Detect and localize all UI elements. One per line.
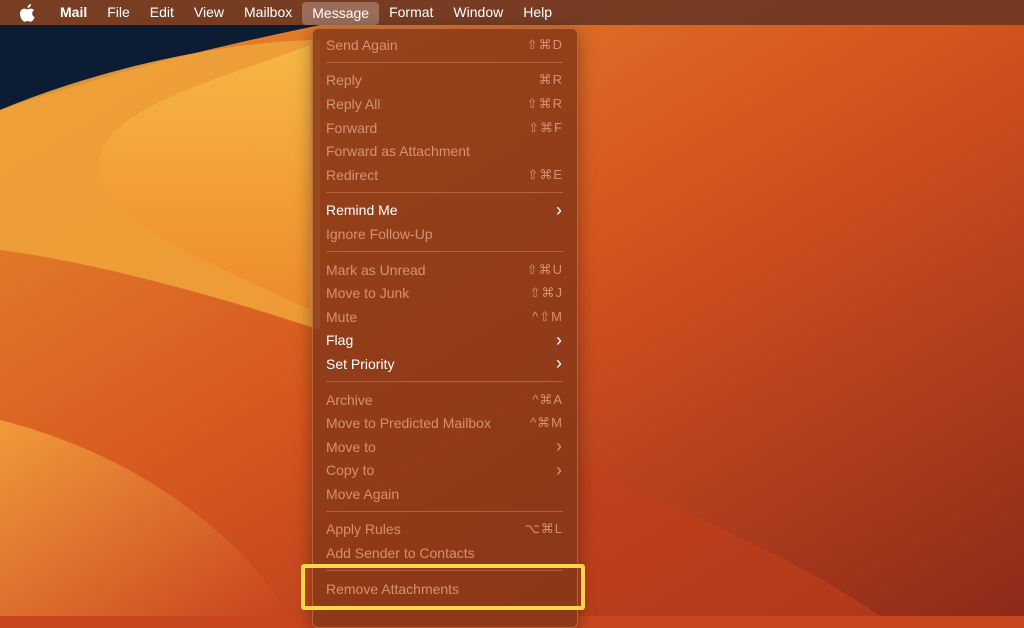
menu-item-move-to-junk[interactable]: Move to Junk ⇧⌘J xyxy=(313,281,577,305)
menu-item-move-to-predicted-mailbox[interactable]: Move to Predicted Mailbox ^⌘M xyxy=(313,411,577,435)
menu-item-label: Ignore Follow-Up xyxy=(326,225,433,242)
menu-separator xyxy=(326,192,563,194)
menu-item-label: Add Sender to Contacts xyxy=(326,545,475,562)
menu-format[interactable]: Format xyxy=(379,0,443,25)
menu-item-label: Reply xyxy=(326,72,362,89)
menu-item-shortcut: ^⇧M xyxy=(532,308,563,324)
menu-item-shortcut: ^⌘A xyxy=(532,391,563,407)
menu-separator xyxy=(326,251,563,253)
menu-mail[interactable]: Mail xyxy=(50,0,97,25)
menu-item-shortcut: ⇧⌘E xyxy=(527,166,563,182)
menu-item-set-priority[interactable]: Set Priority › xyxy=(313,352,577,376)
menu-item-label: Send Again xyxy=(326,36,398,53)
menu-item-label: Reply All xyxy=(326,95,381,112)
menu-item-label: Move to Junk xyxy=(326,285,410,302)
apple-menu[interactable] xyxy=(0,3,50,22)
menu-mailbox[interactable]: Mailbox xyxy=(234,0,302,25)
apple-icon xyxy=(20,3,35,22)
menu-file[interactable]: File xyxy=(97,0,140,25)
menu-item-label: Remind Me xyxy=(326,202,398,219)
menu-help[interactable]: Help xyxy=(513,0,562,25)
menu-message[interactable]: Message xyxy=(302,1,380,25)
menu-item-copy-to[interactable]: Copy to › xyxy=(313,459,577,483)
menu-item-move-again[interactable]: Move Again xyxy=(313,482,577,506)
menu-item-reply[interactable]: Reply ⌘R xyxy=(313,69,577,93)
menu-item-shortcut: ⇧⌘J xyxy=(529,285,563,301)
menu-item-label: Set Priority xyxy=(326,355,395,372)
menu-view[interactable]: View xyxy=(184,0,234,25)
highlight-box xyxy=(301,564,585,610)
message-dropdown-menu: Send Again ⇧⌘D Reply ⌘R Reply All ⇧⌘R Forward ⇧… xyxy=(312,28,578,628)
menu-item-label: Apply Rules xyxy=(326,521,401,538)
menu-item-shortcut: ^⌘M xyxy=(530,415,563,431)
menu-edit[interactable]: Edit xyxy=(140,0,184,25)
menu-item-move-to[interactable]: Move to › xyxy=(313,435,577,459)
menu-window[interactable]: Window xyxy=(443,0,513,25)
menu-item-label: Forward as Attachment xyxy=(326,143,470,160)
menu-item-ignore-follow-up[interactable]: Ignore Follow-Up xyxy=(313,222,577,246)
menu-item-label: Copy to xyxy=(326,462,375,479)
chevron-right-icon: › xyxy=(556,353,563,374)
menu-item-label: Flag xyxy=(326,332,354,349)
menu-item-label: Redirect xyxy=(326,166,379,183)
menu-item-forward[interactable]: Forward ⇧⌘F xyxy=(313,116,577,140)
menu-item-mute[interactable]: Mute ^⇧M xyxy=(313,305,577,329)
menu-item-flag[interactable]: Flag › xyxy=(313,329,577,353)
menu-item-add-sender-to-contacts[interactable]: Add Sender to Contacts xyxy=(313,541,577,565)
menu-item-label: Mute xyxy=(326,308,358,325)
menu-separator xyxy=(326,511,563,513)
menu-bar: Mail File Edit View Mailbox Message Form… xyxy=(0,0,1024,25)
menu-item-label: Move to Predicted Mailbox xyxy=(326,415,491,432)
menu-item-label: Move to xyxy=(326,438,376,455)
chevron-right-icon: › xyxy=(556,459,563,480)
menu-item-reply-all[interactable]: Reply All ⇧⌘R xyxy=(313,92,577,116)
menu-separator xyxy=(326,62,563,64)
menu-item-remind-me[interactable]: Remind Me › xyxy=(313,199,577,223)
menu-item-apply-rules[interactable]: Apply Rules ⌥⌘L xyxy=(313,518,577,542)
menu-item-forward-as-attachment[interactable]: Forward as Attachment xyxy=(313,139,577,163)
menu-item-shortcut: ⇧⌘F xyxy=(528,119,563,135)
menu-item-shortcut: ⇧⌘D xyxy=(526,36,563,52)
menu-item-shortcut: ⌘R xyxy=(538,72,563,88)
menu-item-archive[interactable]: Archive ^⌘A xyxy=(313,388,577,412)
chevron-right-icon: › xyxy=(556,329,563,350)
menu-item-label: Move Again xyxy=(326,485,400,502)
menu-item-shortcut: ⇧⌘R xyxy=(526,95,563,111)
chevron-right-icon: › xyxy=(556,199,563,220)
menu-item-send-again[interactable]: Send Again ⇧⌘D xyxy=(313,33,577,57)
chevron-right-icon: › xyxy=(556,436,563,457)
menu-item-redirect[interactable]: Redirect ⇧⌘E xyxy=(313,163,577,187)
menu-item-label: Mark as Unread xyxy=(326,261,426,278)
menu-separator xyxy=(326,381,563,383)
menu-item-label: Archive xyxy=(326,391,373,408)
menu-item-shortcut: ⇧⌘U xyxy=(526,261,563,277)
menu-item-shortcut: ⌥⌘L xyxy=(524,521,563,537)
menu-item-label: Forward xyxy=(326,119,378,136)
menu-item-mark-as-unread[interactable]: Mark as Unread ⇧⌘U xyxy=(313,258,577,282)
